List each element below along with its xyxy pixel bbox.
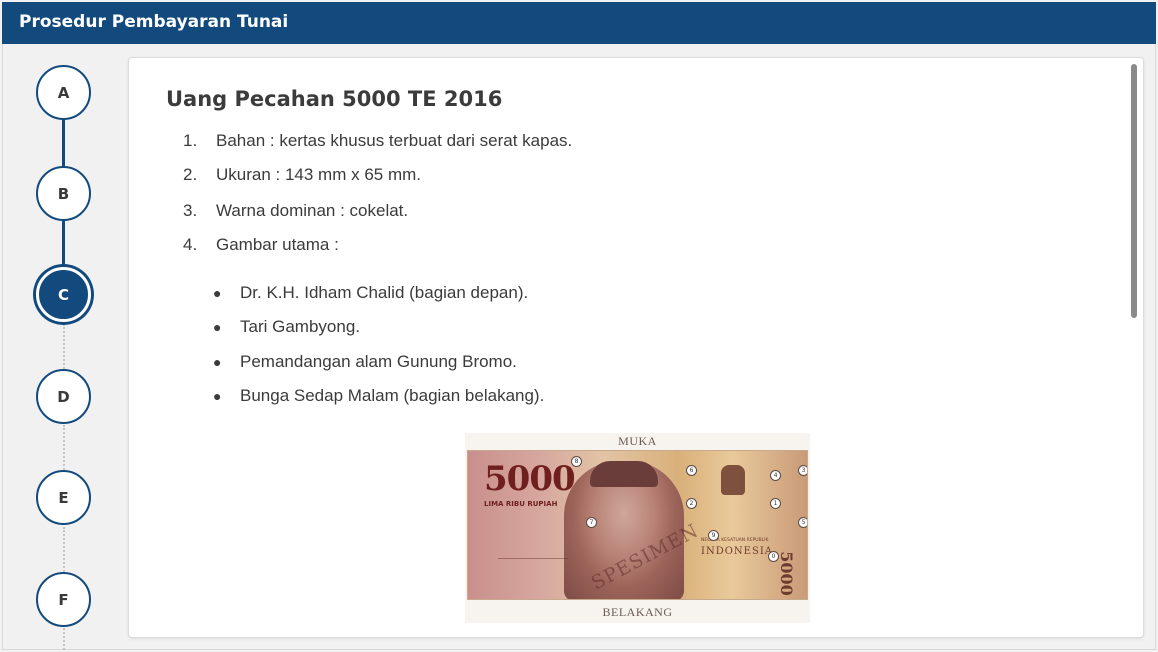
scrollbar-thumb[interactable] [1131,64,1137,318]
bullet-text: Dr. K.H. Idham Chalid (bagian depan). [240,283,529,302]
bullet-text: Tari Gambyong. [240,317,360,336]
list-number: 1. [183,131,198,150]
step-d-button[interactable]: D [36,369,91,424]
page-header: Prosedur Pembayaran Tunai [2,2,1156,44]
list-number: 2. [183,165,198,184]
bullet-item: ● Dr. K.H. Idham Chalid (bagian depan). [213,283,528,303]
bullet-item: ● Pemandangan alam Gunung Bromo. [213,352,517,372]
list-item: 2. Ukuran : 143 mm x 65 mm. [183,165,421,185]
bullet-item: ● Tari Gambyong. [213,317,360,337]
marker-icon: 6 [686,465,697,476]
step-f-button[interactable]: F [36,572,91,627]
denomination-numeral: 5000 [484,459,576,499]
vertical-denomination: 5000 [776,551,796,596]
content-card: Uang Pecahan 5000 TE 2016 1. Bahan : kert… [128,57,1144,638]
list-text: Bahan : kertas khusus terbuat dari serat… [216,131,573,150]
step-connector-ef [63,527,65,572]
marker-icon: 3 [798,465,807,476]
step-e-button[interactable]: E [36,470,91,525]
content-title: Uang Pecahan 5000 TE 2016 [166,87,503,111]
step-connector-f-next [63,628,65,650]
emblem-icon [721,465,745,495]
marker-icon: 0 [768,551,779,562]
marker-icon: 5 [798,517,807,528]
list-item: 3. Warna dominan : cokelat. [183,201,408,221]
portrait-cap [590,461,658,487]
banknote-top-label: MUKA [618,434,657,448]
denomination-words: LIMA RIBU RUPIAH [484,500,558,508]
marker-icon: 1 [770,498,781,509]
list-text: Warna dominan : cokelat. [216,201,409,220]
signature-line [498,547,568,559]
page-title: Prosedur Pembayaran Tunai [19,12,289,32]
list-number: 4. [183,235,198,254]
banknote-image: MUKA 5000 LIMA RIBU RUPIAH NEGARA KESATU… [465,433,810,623]
country-text: INDONESIA [701,546,773,557]
step-connector-bc [62,221,65,269]
step-connector-cd [63,324,65,369]
list-item: 4. Gambar utama : [183,235,339,255]
bullet-text: Bunga Sedap Malam (bagian belakang). [240,386,545,405]
banknote-face: 5000 LIMA RIBU RUPIAH NEGARA KESATUAN RE… [467,450,808,600]
banknote-bottom-label: BELAKANG [602,605,673,619]
list-item: 1. Bahan : kertas khusus terbuat dari ser… [183,131,572,151]
step-a-button[interactable]: A [36,65,91,120]
bullet-icon: ● [213,354,222,370]
marker-icon: 4 [770,470,781,481]
step-connector-ab [62,119,65,167]
marker-icon: 7 [586,517,597,528]
bullet-icon: ● [213,388,222,404]
bullet-text: Pemandangan alam Gunung Bromo. [240,352,517,371]
marker-icon: 8 [571,456,582,467]
step-b-button[interactable]: B [36,166,91,221]
list-text: Gambar utama : [216,235,339,254]
bullet-icon: ● [213,319,222,335]
marker-icon: 2 [686,498,697,509]
marker-icon: 9 [708,530,719,541]
step-c-button[interactable]: C [36,267,91,322]
bullet-item: ● Bunga Sedap Malam (bagian belakang). [213,386,544,406]
list-number: 3. [183,201,198,220]
step-connector-de [63,425,65,470]
list-text: Ukuran : 143 mm x 65 mm. [216,165,422,184]
bullet-icon: ● [213,285,222,301]
